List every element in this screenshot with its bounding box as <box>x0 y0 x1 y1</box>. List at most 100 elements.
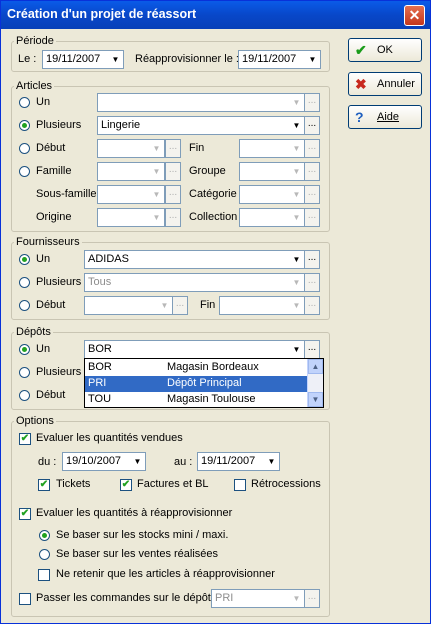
scroll-up-icon[interactable]: ▲ <box>308 359 323 374</box>
cancel-button[interactable]: ✖ Annuler <box>348 72 422 96</box>
articles-un-radio[interactable] <box>19 97 30 108</box>
passer-depot-browse-button[interactable]: ... <box>304 589 320 608</box>
close-button[interactable]: ✕ <box>404 5 425 26</box>
articles-collection-label: Collection <box>189 211 238 223</box>
list-item-name: Magasin Toulouse <box>167 393 256 405</box>
ok-button[interactable]: ✔ OK <box>348 38 422 62</box>
chevron-down-icon: ▼ <box>160 301 169 310</box>
list-item[interactable]: BOR Magasin Bordeaux <box>85 360 307 376</box>
evaluer-vendues-checkbox[interactable]: ✔ <box>19 433 31 445</box>
articles-categorie-combo[interactable]: ▼ <box>239 185 305 204</box>
articles-un-browse-button[interactable]: ... <box>304 93 320 112</box>
articles-debut-radio[interactable] <box>19 143 30 154</box>
fournisseurs-plusieurs-radio[interactable] <box>19 277 30 288</box>
chevron-down-icon[interactable]: ▼ <box>289 341 304 358</box>
passer-commandes-checkbox[interactable] <box>19 593 31 605</box>
passer-depot-combo[interactable]: PRI ▼ <box>211 589 305 608</box>
title-bar[interactable]: Création d'un projet de réassort ✕ <box>1 1 430 29</box>
articles-plusieurs-value: Lingerie <box>101 119 141 131</box>
depots-un-radio[interactable] <box>19 344 30 355</box>
articles-fin-combo[interactable]: ▼ <box>239 139 305 158</box>
au-date-combo[interactable]: 19/11/2007 ▼ <box>197 452 280 471</box>
articles-groupe-combo[interactable]: ▼ <box>239 162 305 181</box>
reappro-date-combo[interactable]: 19/11/2007 ▼ <box>238 50 321 69</box>
retrocessions-label: Rétrocessions <box>251 478 321 490</box>
evaluer-reappro-checkbox[interactable]: ✔ <box>19 508 31 520</box>
fournisseurs-plusieurs-combo[interactable]: Tous ▼ <box>84 273 305 292</box>
depots-dropdown-list[interactable]: BOR Magasin Bordeaux PRI Dépôt Principal… <box>84 358 324 408</box>
chevron-down-icon: ▼ <box>292 190 301 199</box>
articles-plusieurs-combo[interactable]: Lingerie ▼ <box>97 116 305 135</box>
articles-origine-browse-button[interactable]: ... <box>165 208 181 227</box>
fournisseurs-debut-radio[interactable] <box>19 300 30 311</box>
fournisseurs-un-label: Un <box>36 253 51 265</box>
chevron-down-icon[interactable]: ▼ <box>264 453 279 470</box>
ventes-radio[interactable] <box>39 549 50 560</box>
articles-origine-combo[interactable]: ▼ <box>97 208 165 227</box>
articles-categorie-browse-button[interactable]: ... <box>304 185 320 204</box>
articles-debut-combo[interactable]: ▼ <box>97 139 165 158</box>
depots-plusieurs-radio[interactable] <box>19 367 30 378</box>
ventes-label: Se baser sur les ventes réalisées <box>56 548 219 560</box>
question-icon: ? <box>355 109 364 125</box>
articles-sous-famille-combo[interactable]: ▼ <box>97 185 165 204</box>
articles-plusieurs-browse-button[interactable]: ... <box>304 116 320 135</box>
tickets-checkbox[interactable]: ✔ <box>38 479 50 491</box>
chevron-down-icon: ▼ <box>152 167 161 176</box>
fournisseurs-un-combo[interactable]: ADIDAS ▼ <box>84 250 305 269</box>
options-group: Options <box>11 415 330 617</box>
list-item[interactable]: TOU Magasin Toulouse <box>85 392 307 408</box>
fournisseurs-fin-combo[interactable]: ▼ <box>219 296 305 315</box>
ne-retenir-checkbox[interactable] <box>38 569 50 581</box>
fournisseurs-un-browse-button[interactable]: ... <box>304 250 320 269</box>
articles-plusieurs-radio[interactable] <box>19 120 30 131</box>
list-item-code: TOU <box>88 393 112 405</box>
chevron-down-icon: ▼ <box>292 98 301 107</box>
dropdown-scrollbar[interactable]: ▲ ▼ <box>307 359 323 407</box>
le-date-combo[interactable]: 19/11/2007 ▼ <box>42 50 124 69</box>
depots-debut-radio[interactable] <box>19 390 30 401</box>
du-date-combo[interactable]: 19/10/2007 ▼ <box>62 452 146 471</box>
articles-un-combo[interactable]: ▼ <box>97 93 305 112</box>
chevron-down-icon[interactable]: ▼ <box>108 51 123 68</box>
depots-un-combo[interactable]: BOR ▼ <box>84 340 305 359</box>
chevron-down-icon[interactable]: ▼ <box>289 251 304 268</box>
articles-famille-radio[interactable] <box>19 166 30 177</box>
fournisseurs-plusieurs-browse-button[interactable]: ... <box>304 273 320 292</box>
help-button[interactable]: ? Aide <box>348 105 422 129</box>
articles-categorie-label: Catégorie <box>189 188 237 200</box>
articles-debut-browse-button[interactable]: ... <box>165 139 181 158</box>
retrocessions-checkbox[interactable] <box>234 479 246 491</box>
chevron-down-icon[interactable]: ▼ <box>130 453 145 470</box>
articles-famille-combo[interactable]: ▼ <box>97 162 165 181</box>
fournisseurs-fin-browse-button[interactable]: ... <box>304 296 320 315</box>
passer-depot-value: PRI <box>215 592 234 604</box>
chevron-down-icon: ▼ <box>292 301 301 310</box>
chevron-down-icon[interactable]: ▼ <box>289 117 304 134</box>
stocks-mini-radio[interactable] <box>39 530 50 541</box>
list-item-selected[interactable]: PRI Dépôt Principal <box>85 376 307 392</box>
articles-fin-label: Fin <box>189 142 205 154</box>
depots-un-label: Un <box>36 343 51 355</box>
articles-groupe-browse-button[interactable]: ... <box>304 162 320 181</box>
articles-sous-famille-browse-button[interactable]: ... <box>165 185 181 204</box>
chevron-down-icon: ▼ <box>292 213 301 222</box>
chevron-down-icon[interactable]: ▼ <box>305 51 320 68</box>
depots-un-browse-button[interactable]: ... <box>304 340 320 359</box>
fournisseurs-un-value: ADIDAS <box>88 253 129 265</box>
fournisseurs-plusieurs-label: Plusieurs <box>36 276 82 288</box>
fournisseurs-fin-label: Fin <box>200 299 216 311</box>
fournisseurs-un-radio[interactable] <box>19 254 30 265</box>
fournisseurs-debut-combo[interactable]: ▼ <box>84 296 173 315</box>
factures-checkbox[interactable]: ✔ <box>120 479 132 491</box>
articles-famille-label: Famille <box>36 165 72 177</box>
reappro-label: Réapprovisionner le : <box>135 53 239 65</box>
scroll-down-icon[interactable]: ▼ <box>308 392 323 407</box>
depots-debut-label: Début <box>36 389 66 401</box>
articles-fin-browse-button[interactable]: ... <box>304 139 320 158</box>
fournisseurs-debut-browse-button[interactable]: ... <box>172 296 188 315</box>
articles-collection-browse-button[interactable]: ... <box>304 208 320 227</box>
articles-famille-browse-button[interactable]: ... <box>165 162 181 181</box>
articles-collection-combo[interactable]: ▼ <box>239 208 305 227</box>
reappro-date-value: 19/11/2007 <box>242 53 297 65</box>
